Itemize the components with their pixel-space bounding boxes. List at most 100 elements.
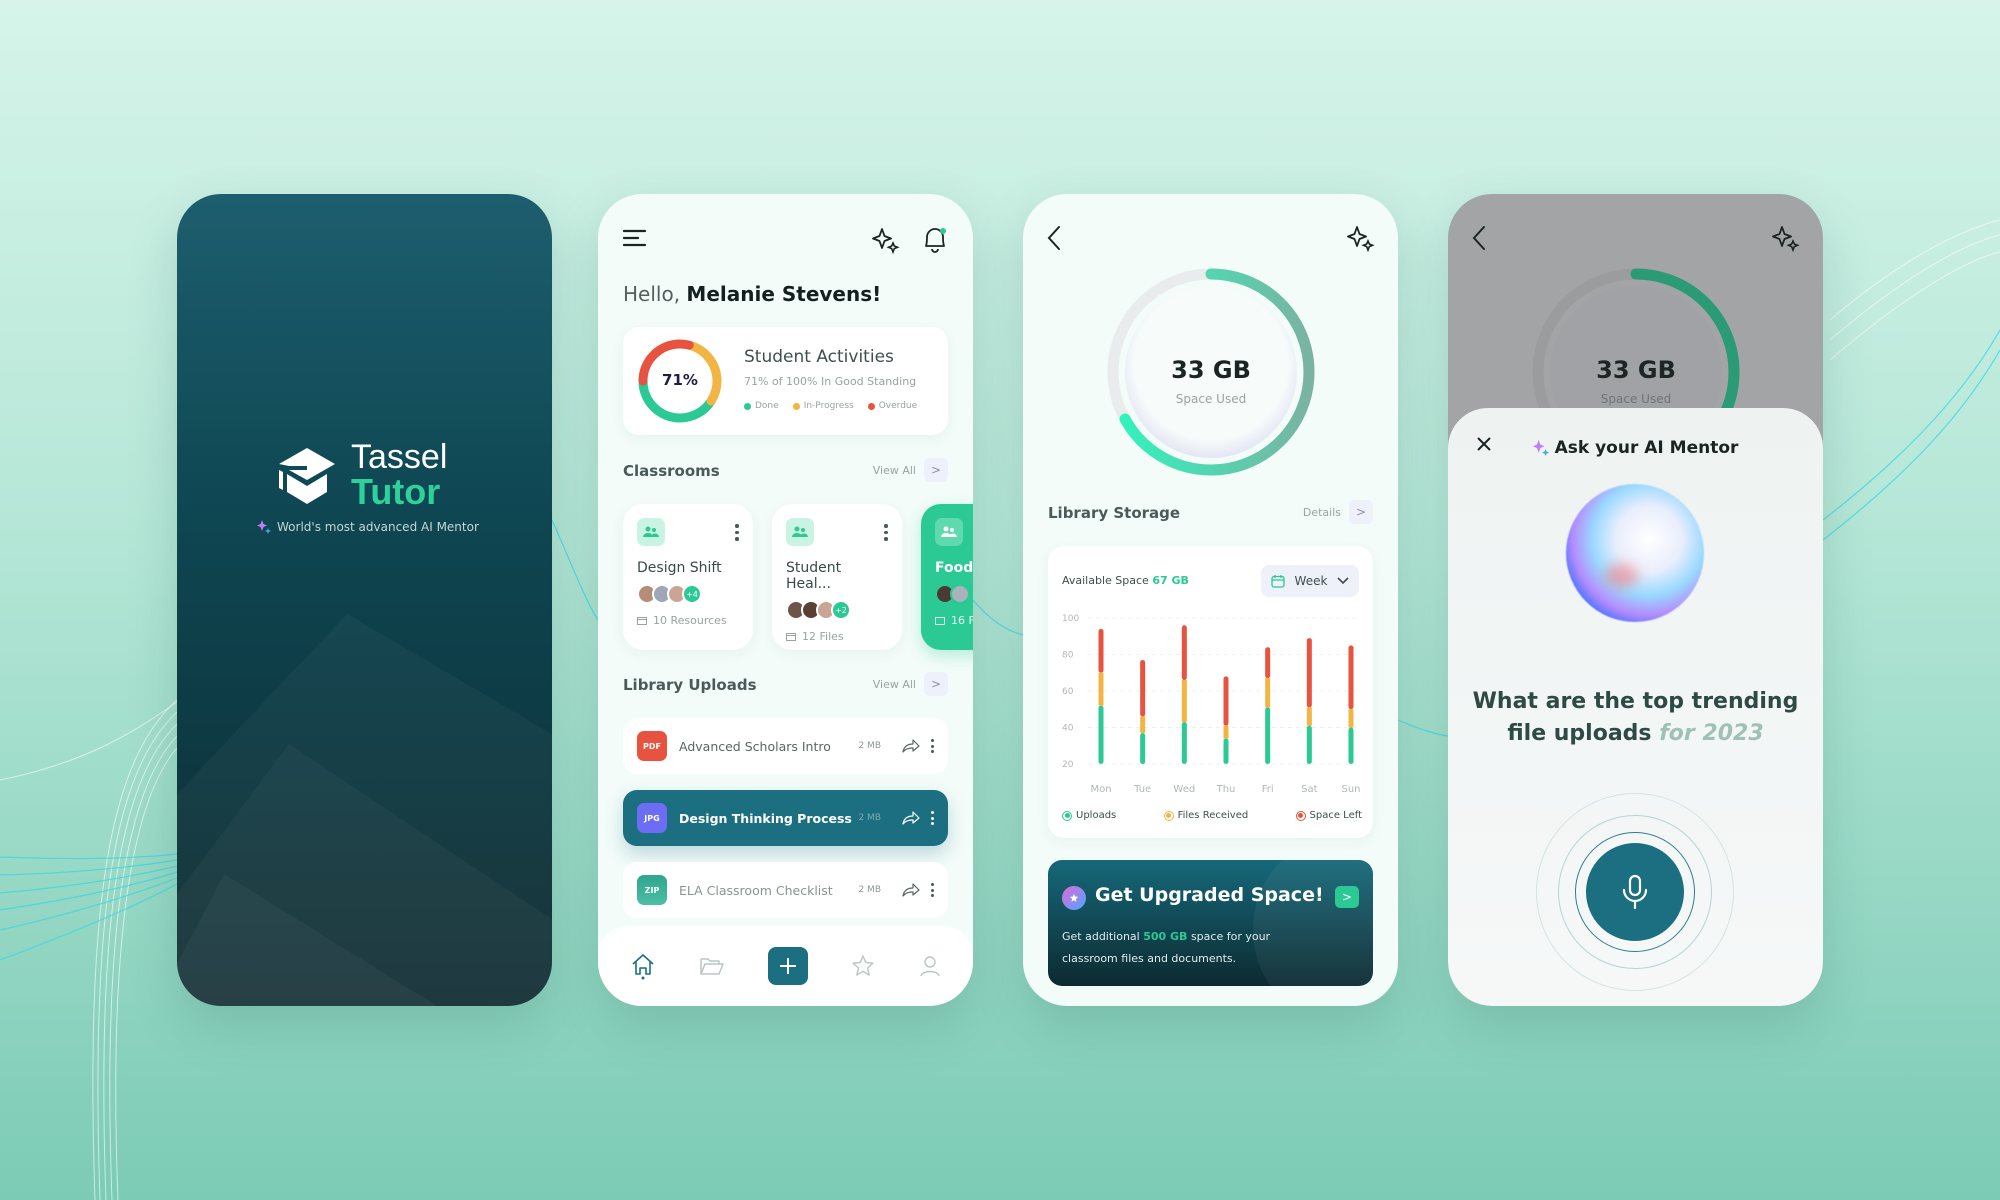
member-avatars: +2 [786, 600, 888, 620]
ai-orb [1566, 484, 1704, 622]
y-tick-label: 60 [1062, 687, 1074, 697]
upload-row[interactable]: PDF Advanced Scholars Intro 2 MB [623, 718, 948, 774]
bottom-nav [598, 926, 973, 1006]
stacked-bar-chart: 100 80 60 40 20 Mon Tue Wed Thu Fri Sat Sun [1062, 614, 1361, 795]
upgrade-go-button[interactable]: > [1335, 886, 1359, 908]
jpg-file-icon: JPG [637, 803, 667, 833]
sparkle-icon [257, 520, 271, 534]
star-icon[interactable] [851, 954, 875, 978]
file-name: Advanced Scholars Intro [679, 738, 831, 754]
brand-name-line2: Tutor [351, 471, 441, 512]
legend-uploads: Uploads [1062, 810, 1116, 821]
chart-legend: Uploads Files Received Space Left [1062, 810, 1362, 821]
bar-segment-uploads [1098, 705, 1104, 764]
classroom-name: Design Shift [637, 560, 722, 576]
file-size: 2 MB [858, 885, 881, 895]
library-storage-title: Library Storage [1048, 504, 1181, 522]
uploads-view-all[interactable]: View All > [873, 672, 948, 696]
library-uploads-title: Library Uploads [623, 676, 757, 694]
bar-segment-uploads [1306, 725, 1312, 764]
classroom-name: Food [935, 560, 973, 576]
upload-row-selected[interactable]: JPG Design Thinking Process 2 MB [623, 790, 948, 846]
classroom-meta: 12 Files [786, 630, 888, 643]
more-options-icon[interactable] [931, 739, 934, 753]
activities-subtitle: 71% of 100% In Good Standing [744, 375, 917, 388]
dashboard-screen: Hello, Melanie Stevens! 71% Student Acti… [598, 194, 973, 1006]
more-options-icon[interactable] [931, 883, 934, 897]
menu-icon[interactable] [623, 228, 647, 248]
share-icon[interactable] [901, 810, 921, 826]
mentor-question: What are the top trending file uploads f… [1472, 689, 1799, 746]
y-tick-label: 40 [1062, 724, 1074, 734]
brand-logo: Tassel Tutor [277, 440, 447, 510]
group-icon [935, 518, 963, 546]
more-options-icon[interactable] [884, 524, 888, 541]
x-tick-label: Wed [1173, 784, 1195, 795]
folder-icon [786, 633, 796, 641]
folder-icon [637, 617, 647, 625]
share-icon[interactable] [901, 738, 921, 754]
bar-segment-space-left [1306, 638, 1312, 708]
legend-space-left: Space Left [1295, 810, 1362, 821]
pdf-file-icon: PDF [637, 731, 667, 761]
classroom-card-active[interactable]: Food 16 F [921, 504, 973, 650]
profile-icon[interactable] [918, 954, 942, 978]
mountain-pattern [177, 874, 437, 1006]
storage-chart-card: Available Space 67 GB Week 100 80 60 40 20 Mo… [1048, 546, 1373, 838]
x-tick-label: Mon [1090, 784, 1111, 795]
member-avatars [935, 584, 973, 604]
add-button[interactable] [767, 947, 808, 985]
upgrade-banner[interactable]: Get Upgraded Space! > Get additional 500… [1048, 860, 1373, 986]
bar-segment-files-received [1348, 709, 1354, 728]
y-tick-label: 100 [1062, 614, 1079, 624]
upgrade-body: Get additional 500 GB space for your cla… [1062, 930, 1271, 965]
legend-done: Done [744, 401, 779, 411]
bar-segment-space-left [1223, 676, 1229, 726]
splash-screen: Tassel Tutor World's most advanced AI Me… [177, 194, 552, 1006]
classroom-card[interactable]: Student Heal... +2 12 Files [772, 504, 902, 650]
back-chevron-icon[interactable] [1045, 224, 1065, 252]
bar-segment-space-left [1098, 628, 1104, 673]
classrooms-view-all[interactable]: View All > [873, 458, 948, 482]
classroom-meta: 10 Resources [637, 614, 739, 627]
notification-bell-icon[interactable] [921, 224, 949, 254]
folder-icon[interactable] [699, 955, 725, 977]
member-avatars: +4 [637, 584, 739, 604]
more-options-icon[interactable] [931, 811, 934, 825]
more-options-icon[interactable] [735, 524, 739, 541]
available-space: Available Space 67 GB [1062, 574, 1189, 587]
legend-files-received: Files Received [1163, 810, 1248, 821]
y-tick-label: 20 [1062, 760, 1074, 770]
storage-details-link[interactable]: Details > [1303, 500, 1373, 524]
activities-legend: Done In-Progress Overdue [744, 401, 917, 411]
ai-mentor-screen: 33 GB Space Used Ask your AI Mentor What… [1448, 194, 1823, 1006]
x-tick-label: Tue [1133, 784, 1151, 795]
period-select[interactable]: Week [1261, 565, 1359, 597]
ai-sparkle-icon[interactable] [1347, 224, 1375, 252]
activities-title: Student Activities [744, 347, 894, 367]
classroom-meta: 16 F [935, 614, 973, 627]
microphone-button[interactable] [1586, 843, 1684, 941]
classroom-card[interactable]: Design Shift +4 10 Resources [623, 504, 753, 650]
bar-segment-files-received [1306, 707, 1312, 726]
student-activities-card[interactable]: 71% Student Activities 71% of 100% In Go… [623, 327, 948, 435]
bar-segment-space-left [1265, 647, 1271, 679]
x-tick-label: Sat [1301, 784, 1317, 795]
upload-row[interactable]: ZIP ELA Classroom Checklist 2 MB [623, 862, 948, 918]
file-name: ELA Classroom Checklist [679, 882, 833, 898]
bar-segment-space-left [1140, 659, 1146, 717]
star-badge-icon [1062, 886, 1086, 910]
ai-sparkle-icon[interactable] [872, 226, 900, 254]
mentor-title: Ask your AI Mentor [1448, 438, 1823, 458]
group-icon [637, 518, 665, 546]
bar-segment-files-received [1098, 672, 1104, 706]
share-icon[interactable] [901, 882, 921, 898]
x-tick-label: Sun [1341, 784, 1360, 795]
back-chevron-icon [1472, 226, 1485, 250]
bar-segment-space-left [1181, 625, 1187, 681]
brand-name-line1: Tassel [351, 438, 448, 476]
chevron-right-icon: > [924, 672, 948, 696]
user-name: Melanie Stevens! [686, 282, 882, 306]
bar-segment-files-received [1140, 716, 1146, 733]
home-icon[interactable] [630, 952, 656, 980]
